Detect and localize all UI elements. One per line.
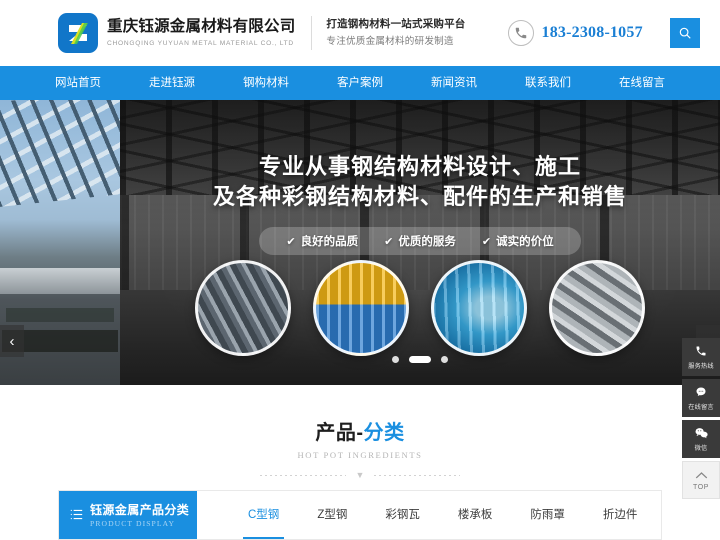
page-title: 产品-分类 bbox=[0, 421, 720, 445]
product-tab-list: C型钢 Z型钢 彩钢瓦 楼承板 防雨罩 折边件 bbox=[197, 491, 661, 539]
tab-z-section-steel[interactable]: Z型钢 bbox=[298, 491, 366, 539]
floatbar-hotline[interactable]: 服务热线 bbox=[682, 338, 720, 376]
section-divider: ▼ bbox=[260, 469, 461, 481]
nav-item-message[interactable]: 在线留言 bbox=[595, 66, 689, 100]
site-header: 重庆钰源金属材料有限公司 CHONGQING YUYUAN METAL MATE… bbox=[0, 0, 720, 66]
floatbar-message[interactable]: 在线留言 bbox=[682, 379, 720, 417]
header-divider bbox=[311, 16, 313, 50]
search-icon[interactable] bbox=[670, 18, 700, 48]
header-slogan: 打造钢构材料一站式采购平台 专注优质金属材料的研发制造 bbox=[326, 17, 465, 49]
section-title-dark: 产品- bbox=[315, 422, 364, 444]
slogan-line-2: 专注优质金属材料的研发制造 bbox=[326, 36, 454, 47]
company-name-cn: 重庆钰源金属材料有限公司 bbox=[107, 17, 296, 35]
carousel-indicators bbox=[120, 356, 720, 363]
thumb-steel-decking[interactable] bbox=[549, 260, 645, 356]
carousel-prev-button[interactable]: ‹ bbox=[0, 325, 24, 357]
nav-item-home[interactable]: 网站首页 bbox=[31, 66, 125, 100]
wechat-icon bbox=[695, 427, 708, 441]
company-name-en: CHONGQING YUYUAN METAL MATERIAL CO., LTD bbox=[107, 39, 294, 47]
right-float-toolbar: 服务热线 在线留言 微信 TOP bbox=[682, 338, 720, 499]
floatbar-wechat-label: 微信 bbox=[694, 444, 708, 452]
tab-floor-deck[interactable]: 楼承板 bbox=[439, 491, 512, 539]
hero-badge-price: ✔ 诚实的价位 bbox=[469, 233, 567, 249]
hero-headline-line-2: 及各种彩钢结构材料、配件的生产和销售 bbox=[212, 184, 627, 209]
phone-number: 183-2308-1057 bbox=[541, 24, 643, 41]
section-subtitle: HOT POT INGREDIENTS bbox=[297, 450, 423, 460]
hero-copy: 专业从事钢结构材料设计、施工 及各种彩钢结构材料、配件的生产和销售 ✔ 良好的品… bbox=[120, 152, 720, 255]
product-category-title-block[interactable]: 钰源金属产品分类 PRODUCT DISPLAY bbox=[59, 491, 197, 539]
products-section-header: 产品-分类 HOT POT INGREDIENTS ▼ bbox=[0, 385, 720, 481]
divider-line-left bbox=[260, 474, 346, 476]
floatbar-hotline-label: 服务热线 bbox=[688, 362, 714, 370]
tab-rain-cover[interactable]: 防雨罩 bbox=[511, 491, 584, 539]
hero-badge-quality: ✔ 良好的品质 bbox=[273, 233, 371, 249]
product-category-title-en: PRODUCT DISPLAY bbox=[90, 518, 176, 528]
thumb-c-section-steel[interactable] bbox=[195, 260, 291, 356]
hero-product-thumbnails bbox=[120, 260, 720, 356]
logo-text: 重庆钰源金属材料有限公司 CHONGQING YUYUAN METAL MATE… bbox=[107, 18, 295, 49]
hero-badge-group: ✔ 良好的品质 ✔ 优质的服务 ✔ 诚实的价位 bbox=[259, 227, 581, 255]
carousel-dot-2[interactable] bbox=[409, 356, 431, 363]
hero-badge-quality-label: 良好的品质 bbox=[300, 236, 359, 248]
page-root: 重庆钰源金属材料有限公司 CHONGQING YUYUAN METAL MATE… bbox=[0, 0, 720, 540]
chevron-down-icon: ▼ bbox=[355, 469, 365, 480]
thumb-color-steel-tile[interactable] bbox=[313, 260, 409, 356]
floatbar-message-label: 在线留言 bbox=[688, 403, 714, 411]
nav-item-cases[interactable]: 客户案例 bbox=[313, 66, 407, 100]
logo-block[interactable]: 重庆钰源金属材料有限公司 CHONGQING YUYUAN METAL MATE… bbox=[58, 13, 295, 53]
carousel-dot-3[interactable] bbox=[441, 356, 448, 363]
nav-item-products[interactable]: 钢构材料 bbox=[219, 66, 313, 100]
hero-carousel: 专业从事钢结构材料设计、施工 及各种彩钢结构材料、配件的生产和销售 ✔ 良好的品… bbox=[0, 100, 720, 385]
floatbar-back-to-top[interactable]: TOP bbox=[682, 461, 720, 499]
list-menu-icon bbox=[70, 508, 83, 523]
header-phone[interactable]: 183-2308-1057 bbox=[507, 20, 643, 46]
nav-item-about[interactable]: 走进钰源 bbox=[125, 66, 219, 100]
nav-item-news[interactable]: 新闻资讯 bbox=[407, 66, 501, 100]
hero-badge-service-label: 优质的服务 bbox=[398, 236, 456, 248]
slogan-line-1: 打造钢构材料一站式采购平台 bbox=[326, 18, 466, 30]
thumb-arched-roof-panel[interactable] bbox=[431, 260, 527, 356]
hero-badge-service: ✔ 优质的服务 bbox=[371, 233, 469, 249]
logo-z-glyph bbox=[58, 13, 98, 53]
tab-c-section-steel[interactable]: C型钢 bbox=[229, 491, 298, 539]
phone-icon bbox=[507, 20, 534, 46]
nav-item-contact[interactable]: 联系我们 bbox=[501, 66, 595, 100]
section-title-accent: 分类 bbox=[363, 422, 405, 444]
main-navigation: 网站首页 走进钰源 钢构材料 客户案例 新闻资讯 联系我们 在线留言 bbox=[0, 66, 720, 100]
check-icon: ✔ bbox=[481, 235, 492, 248]
company-logo-z-mark bbox=[58, 13, 98, 53]
chat-bubble-icon bbox=[695, 386, 707, 400]
hero-badge-price-label: 诚实的价位 bbox=[496, 236, 554, 248]
floatbar-wechat[interactable]: 微信 bbox=[682, 420, 720, 458]
hero-headline-line-1: 专业从事钢结构材料设计、施工 bbox=[258, 154, 581, 179]
arrow-up-icon bbox=[695, 470, 708, 482]
check-icon: ✔ bbox=[384, 235, 394, 248]
phone-icon bbox=[695, 345, 707, 359]
tab-folded-parts[interactable]: 折边件 bbox=[584, 491, 657, 539]
check-icon: ✔ bbox=[286, 235, 296, 248]
carousel-dot-1[interactable] bbox=[392, 356, 399, 363]
tab-color-steel-tile[interactable]: 彩钢瓦 bbox=[366, 491, 439, 539]
product-category-title-cn: 钰源金属产品分类 bbox=[90, 502, 190, 517]
divider-line-right bbox=[374, 474, 461, 476]
product-category-bar: 钰源金属产品分类 PRODUCT DISPLAY C型钢 Z型钢 彩钢瓦 楼承板… bbox=[58, 490, 662, 540]
floatbar-top-label: TOP bbox=[692, 483, 710, 491]
